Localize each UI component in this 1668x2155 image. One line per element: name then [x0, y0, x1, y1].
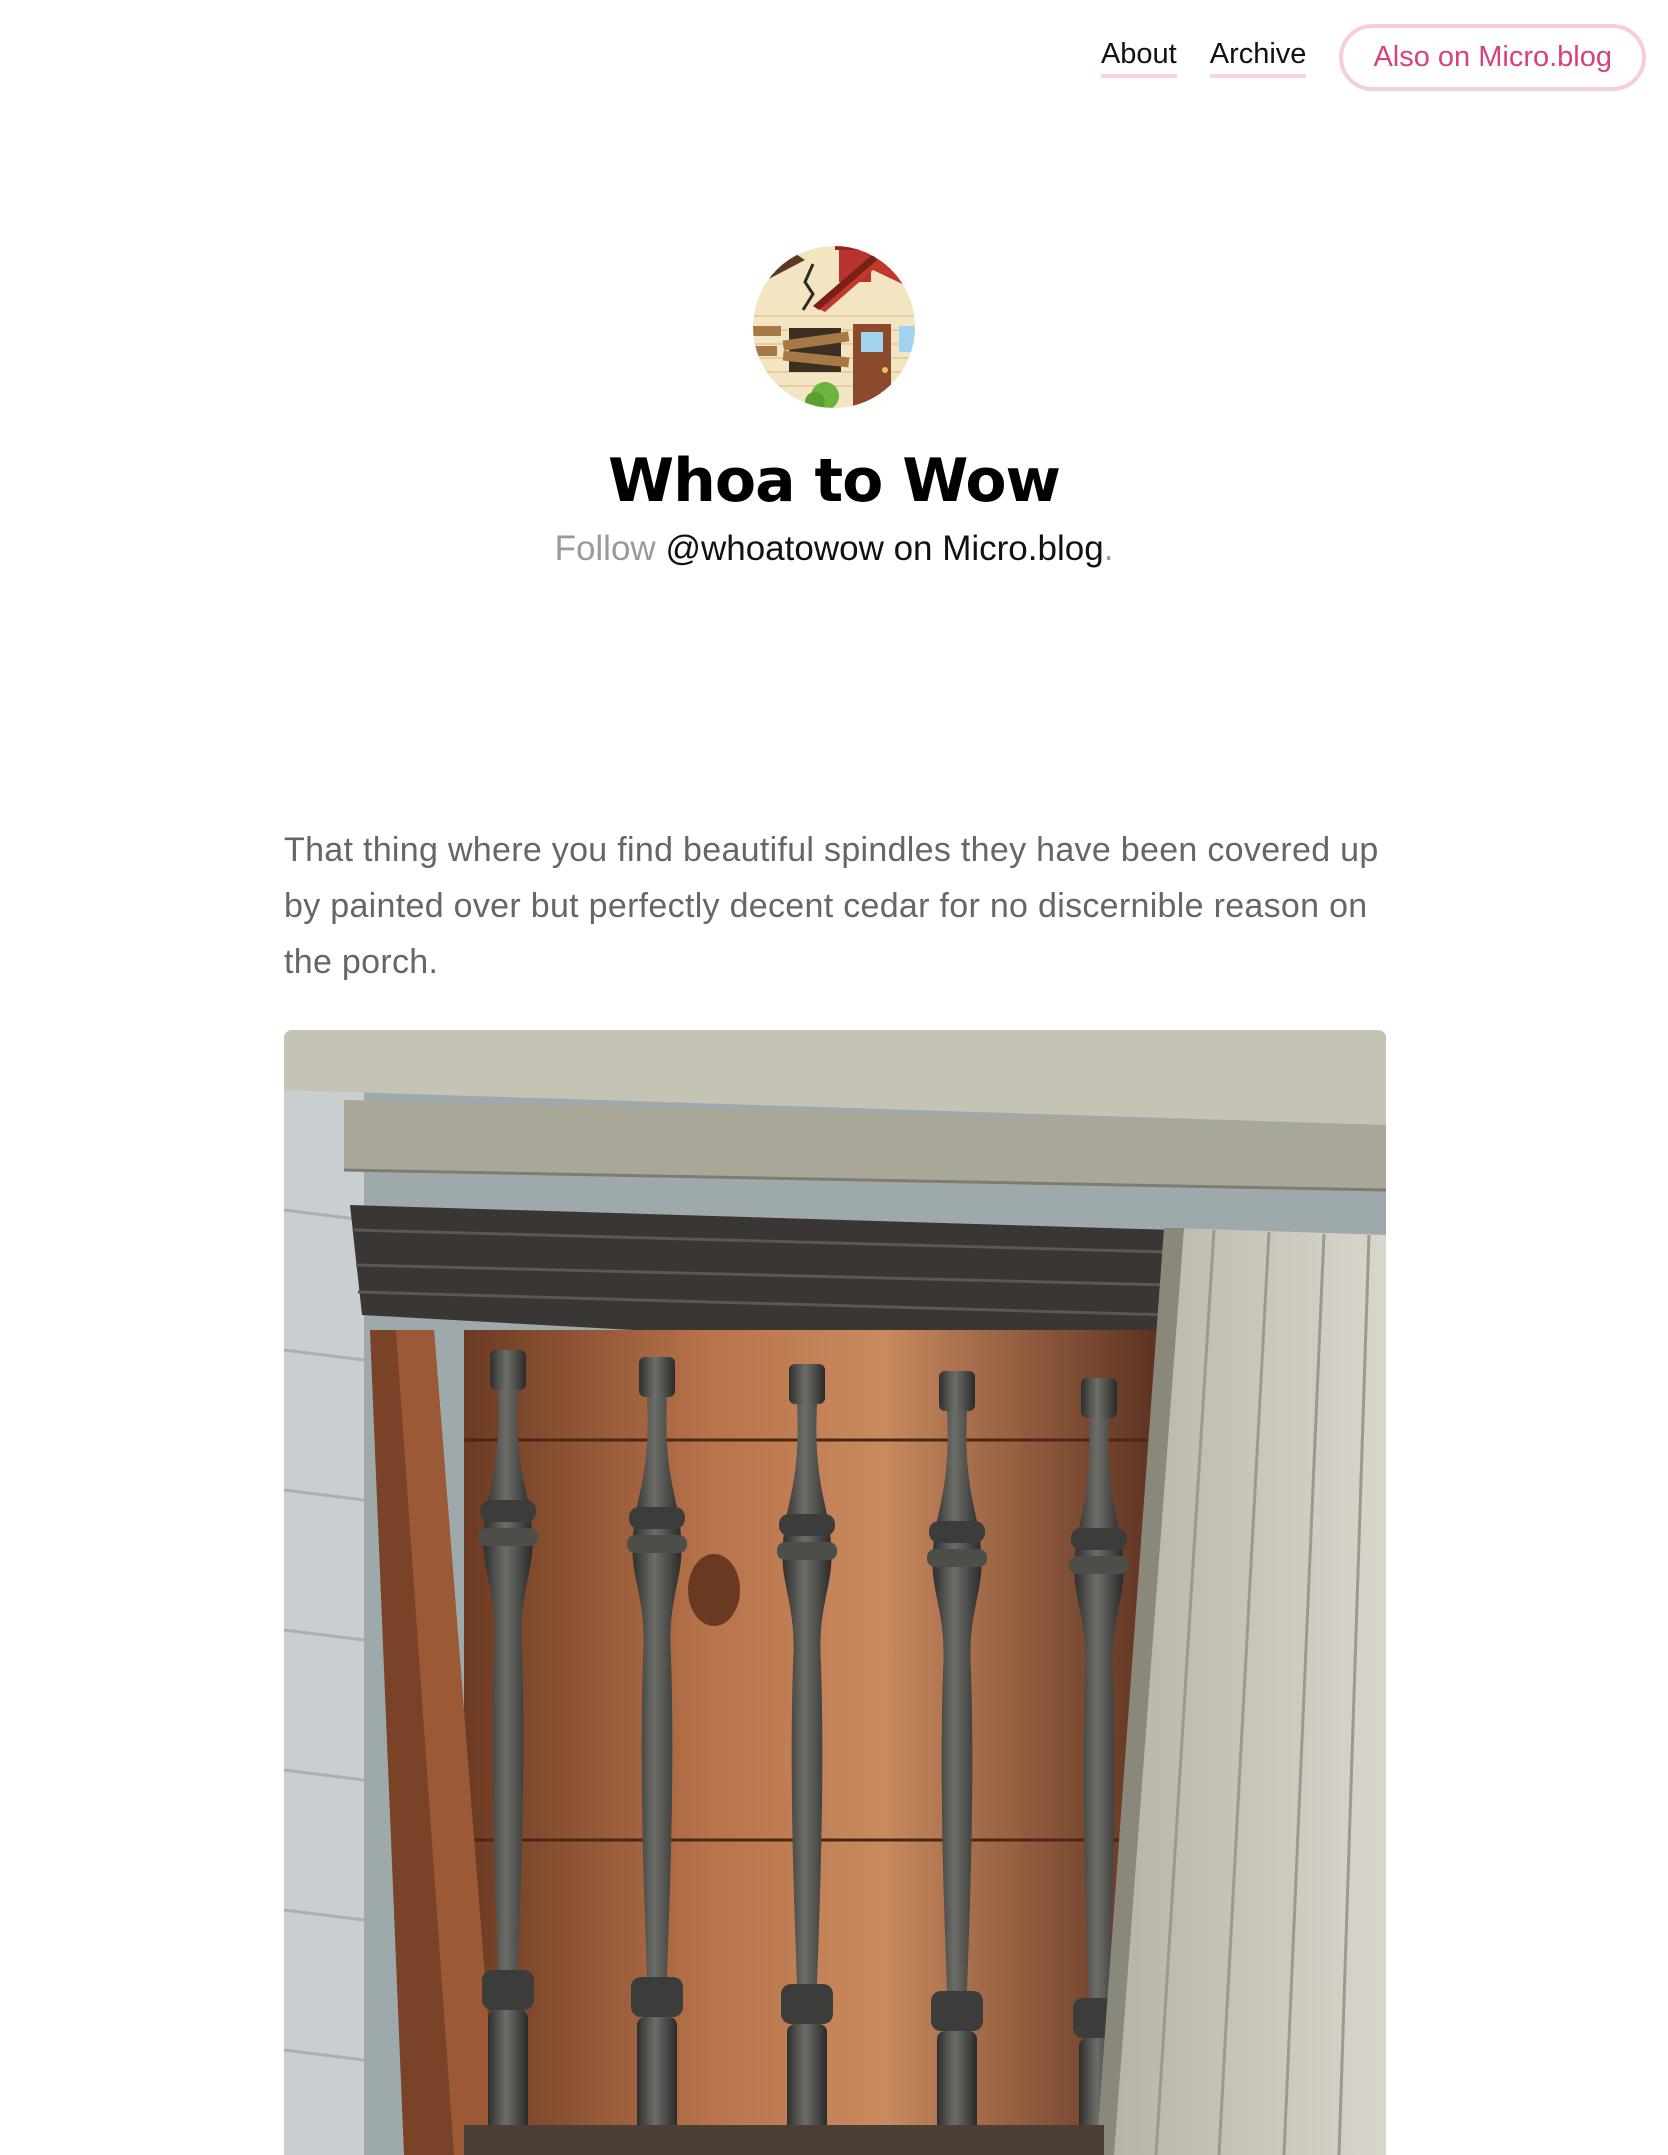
spindles-photo	[284, 1030, 1386, 2155]
nav-about-link[interactable]: About	[1100, 37, 1177, 78]
derelict-house-icon	[753, 246, 915, 408]
post: That thing where you find beautiful spin…	[284, 822, 1386, 2155]
top-nav: About Archive Also on Micro.blog	[1100, 24, 1646, 91]
also-on-microblog-button[interactable]: Also on Micro.blog	[1339, 24, 1646, 91]
follow-line: Follow @whoatowow on Micro.blog.	[0, 528, 1668, 570]
avatar[interactable]	[753, 246, 915, 408]
site-header: Whoa to Wow Follow @whoatowow on Micro.b…	[0, 246, 1668, 570]
site-title: Whoa to Wow	[608, 446, 1061, 516]
follow-prefix: Follow	[554, 529, 656, 568]
post-photo[interactable]	[284, 1030, 1386, 2155]
follow-suffix: .	[1103, 529, 1114, 568]
post-text: That thing where you find beautiful spin…	[284, 831, 1379, 981]
microblog-profile-link[interactable]: @whoatowow on Micro.blog	[665, 529, 1103, 568]
nav-archive-link[interactable]: Archive	[1209, 37, 1307, 78]
